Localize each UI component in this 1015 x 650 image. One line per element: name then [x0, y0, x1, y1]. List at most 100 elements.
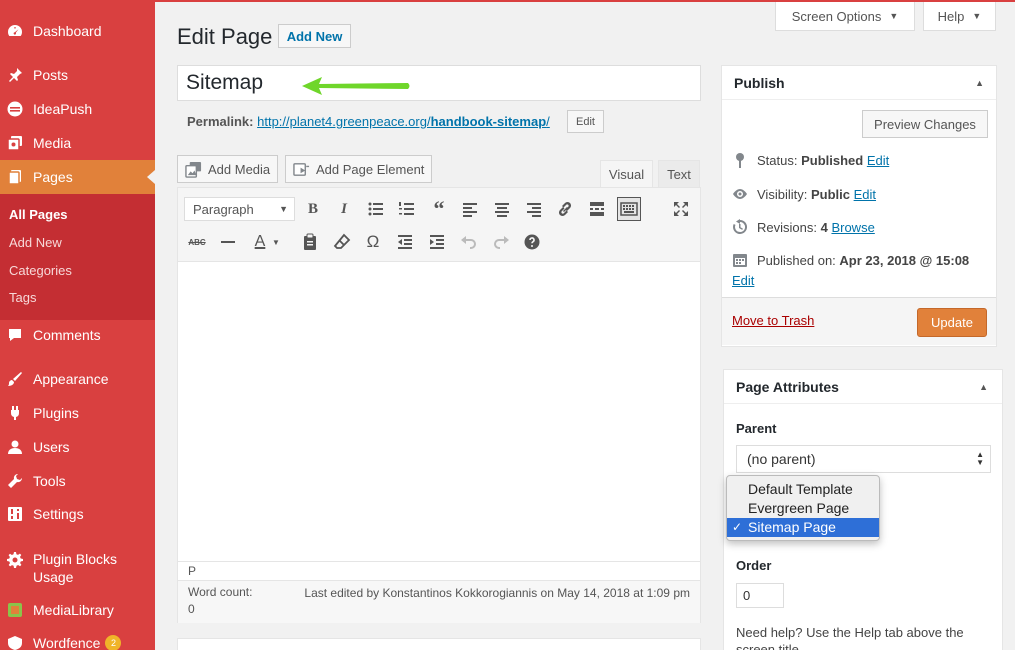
add-new-button[interactable]: Add New	[278, 24, 351, 48]
bullet-list-button[interactable]	[364, 197, 388, 221]
bullet-list-icon	[368, 202, 383, 216]
align-center-button[interactable]	[490, 197, 514, 221]
preview-changes-button[interactable]: Preview Changes	[862, 110, 988, 138]
pin-icon	[7, 67, 23, 83]
help-icon	[524, 234, 540, 250]
edit-date-link[interactable]: Edit	[732, 273, 754, 288]
sidebar-item-tools[interactable]: Tools	[0, 464, 155, 498]
horizontal-line-button[interactable]	[216, 230, 240, 254]
parent-select-value: (no parent)	[747, 451, 816, 467]
sidebar-item-wordfence[interactable]: Wordfence 2	[0, 626, 155, 650]
text-color-button[interactable]: A	[248, 230, 272, 254]
caret-down-icon: ▼	[889, 11, 899, 21]
permalink-link[interactable]: http://planet4.greenpeace.org/handbook-s…	[257, 114, 550, 129]
blockquote-button[interactable]: “	[427, 196, 451, 221]
gear-icon	[7, 552, 23, 568]
help-button[interactable]: Help ▼	[923, 2, 996, 31]
add-media-button[interactable]: Add Media	[177, 155, 279, 183]
bold-button[interactable]: B	[301, 197, 325, 221]
plug-icon	[7, 405, 23, 421]
browse-revisions-link[interactable]: Browse	[831, 220, 874, 235]
submenu-all-pages[interactable]: All Pages	[9, 207, 68, 222]
italic-button[interactable]: I	[332, 197, 356, 221]
label-line-1: Plugin Blocks	[33, 551, 118, 567]
template-dropdown-menu: Default Template Evergreen Page ✓ Sitemap…	[726, 475, 880, 541]
numbered-list-icon	[399, 202, 414, 215]
permalink-label: Permalink:	[187, 114, 254, 129]
editor-footer: Word count: 0 Last edited by Konstantino…	[178, 580, 700, 623]
submenu-tags[interactable]: Tags	[9, 290, 36, 305]
publish-title-text: Publish	[734, 74, 785, 91]
template-option-evergreen[interactable]: Evergreen Page	[727, 499, 879, 518]
label-line-2: Usage	[33, 569, 74, 585]
submenu-categories[interactable]: Categories	[9, 263, 72, 278]
wordfence-icon	[7, 635, 23, 650]
sidebar-item-settings[interactable]: Settings	[0, 497, 155, 531]
template-option-default[interactable]: Default Template	[727, 480, 879, 499]
sidebar-item-medialibrary[interactable]: MediaLibrary	[0, 593, 155, 627]
submenu-add-new[interactable]: Add New	[9, 235, 62, 250]
move-to-trash-link[interactable]: Move to Trash	[732, 313, 814, 328]
screen-options-button[interactable]: Screen Options ▼	[775, 2, 915, 31]
collapse-arrow-icon[interactable]: ▲	[975, 78, 984, 88]
read-more-button[interactable]	[585, 197, 609, 221]
parent-select[interactable]: (no parent) ▲ ▼	[736, 445, 991, 473]
tab-text[interactable]: Text	[658, 160, 700, 187]
settings-icon	[7, 506, 23, 522]
undo-button[interactable]	[457, 230, 481, 254]
toolbar-toggle-button[interactable]	[617, 197, 641, 221]
permalink-edit-button[interactable]: Edit	[567, 110, 604, 133]
collapse-arrow-icon[interactable]: ▲	[979, 382, 988, 392]
clear-formatting-button[interactable]	[330, 230, 354, 254]
strikethrough-button[interactable]: ABC	[185, 230, 209, 254]
sidebar-item-dashboard[interactable]: Dashboard	[0, 14, 155, 48]
update-button[interactable]: Update	[917, 308, 987, 337]
redo-icon	[494, 236, 509, 249]
fullscreen-button[interactable]	[669, 197, 693, 221]
outdent-button[interactable]	[393, 230, 417, 254]
paste-as-text-button[interactable]	[298, 230, 322, 254]
format-select[interactable]: Paragraph ▼	[184, 197, 295, 221]
pin-icon	[736, 153, 744, 168]
sidebar-item-ideapush[interactable]: IdeaPush	[0, 92, 155, 126]
text-color-caret-icon[interactable]: ▼	[270, 230, 282, 254]
indent-button[interactable]	[425, 230, 449, 254]
align-left-button[interactable]	[458, 197, 482, 221]
sidebar-item-posts[interactable]: Posts	[0, 58, 155, 92]
checkmark-icon: ✓	[732, 520, 743, 534]
post-title-input[interactable]	[177, 65, 701, 101]
tab-visual[interactable]: Visual	[600, 160, 653, 187]
sidebar-item-users[interactable]: Users	[0, 430, 155, 464]
sidebar-item-plugins[interactable]: Plugins	[0, 396, 155, 430]
keyboard-shortcuts-button[interactable]	[520, 230, 544, 254]
special-character-button[interactable]: Ω	[361, 230, 385, 254]
idea-icon	[7, 101, 23, 117]
edit-visibility-link[interactable]: Edit	[854, 187, 876, 202]
sidebar-item-label: IdeaPush	[33, 101, 93, 117]
sidebar-item-label: Media	[33, 135, 72, 151]
sidebar-item-appearance[interactable]: Appearance	[0, 362, 155, 396]
sidebar-item-label: Settings	[33, 506, 84, 522]
insert-link-button[interactable]	[553, 197, 577, 221]
dashboard-icon	[7, 23, 23, 39]
comment-icon	[7, 327, 23, 343]
word-count-label: Word count:	[188, 585, 253, 599]
edit-status-link[interactable]: Edit	[867, 153, 889, 168]
format-select-value: Paragraph	[193, 201, 254, 217]
order-input[interactable]	[736, 583, 784, 608]
page-attributes-title: Page Attributes	[724, 370, 1002, 404]
add-page-element-button[interactable]: Add Page Element	[285, 155, 433, 183]
sidebar-item-label: Dashboard	[33, 23, 102, 39]
brush-icon	[7, 371, 23, 387]
numbered-list-button[interactable]	[395, 197, 419, 221]
sidebar-item-comments[interactable]: Comments	[0, 318, 155, 352]
eraser-icon	[333, 233, 351, 249]
sidebar-item-plugin-blocks-usage[interactable]: Plugin Blocks Usage	[0, 550, 155, 586]
redo-button[interactable]	[489, 230, 513, 254]
sidebar-item-pages[interactable]: Pages	[0, 160, 155, 194]
align-right-button[interactable]	[522, 197, 546, 221]
word-count-value: 0	[188, 602, 195, 616]
sidebar-item-media[interactable]: Media	[0, 126, 155, 160]
revisions-icon	[733, 219, 748, 234]
template-option-sitemap[interactable]: ✓ Sitemap Page	[727, 518, 879, 537]
